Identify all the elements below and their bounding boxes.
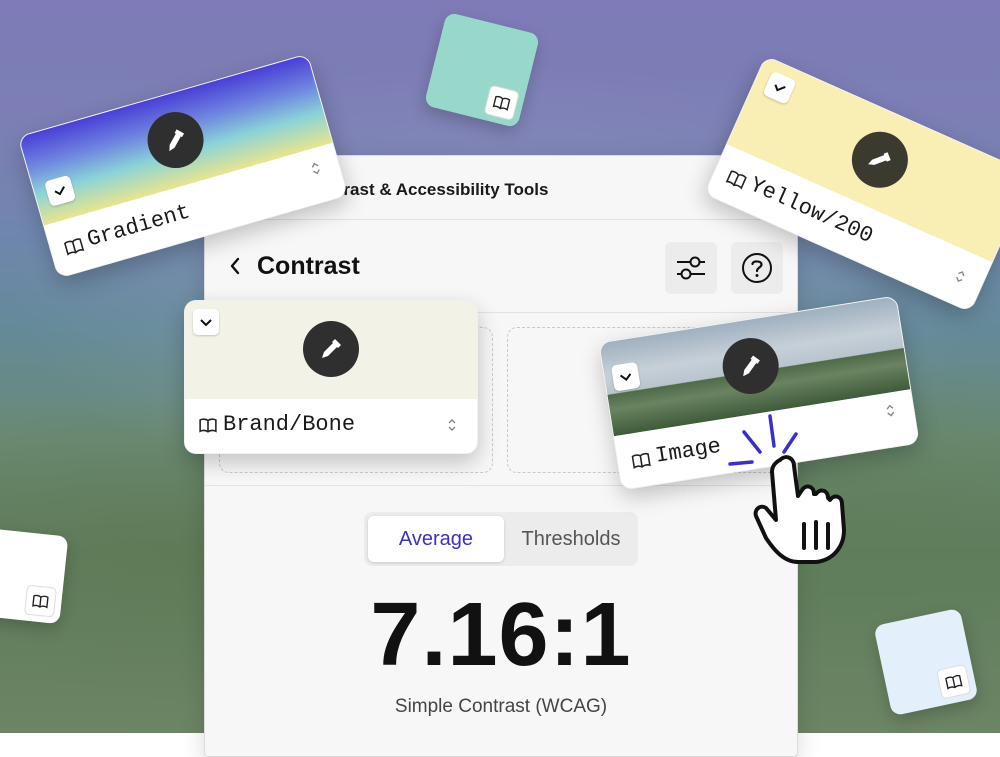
book-icon: [23, 584, 57, 618]
book-icon: [631, 452, 651, 470]
sliders-icon: [677, 256, 705, 280]
chevron-down-icon[interactable]: [193, 309, 219, 335]
chevron-up-down-icon[interactable]: [953, 267, 969, 286]
book-icon: [199, 418, 217, 433]
chevron-down-icon[interactable]: [610, 361, 641, 392]
book-icon: [64, 238, 85, 256]
chevron-left-icon[interactable]: [229, 256, 241, 276]
mode-segmented-control: Average Thresholds: [364, 512, 638, 566]
tab-average[interactable]: Average: [368, 516, 504, 562]
eyedropper-icon: [743, 355, 760, 377]
mini-swatch-light-blue[interactable]: [873, 607, 979, 717]
book-icon: [725, 170, 747, 190]
card-footer: Brand/Bone: [185, 399, 477, 453]
chevron-up-down-icon[interactable]: [309, 159, 323, 177]
card-name: Brand/Bone: [223, 412, 356, 437]
contrast-ratio-label: Simple Contrast (WCAG): [394, 696, 608, 717]
help-button[interactable]: [731, 242, 783, 294]
card-name: Image: [653, 433, 723, 469]
chevron-up-down-icon[interactable]: [447, 417, 457, 433]
tab-thresholds[interactable]: Thresholds: [508, 516, 634, 562]
eyedropper-button[interactable]: [303, 321, 359, 377]
book-icon: [483, 84, 520, 121]
settings-button[interactable]: [665, 242, 717, 294]
color-card-brand-bone[interactable]: Brand/Bone: [184, 300, 478, 454]
eyedropper-icon: [868, 152, 891, 165]
help-icon: [742, 253, 772, 283]
contrast-ratio: 7.16:1: [370, 585, 632, 685]
section-title: Contrast: [257, 252, 360, 280]
eyedropper-icon: [322, 339, 341, 358]
book-icon: [935, 663, 972, 700]
mini-swatch-white[interactable]: [0, 527, 69, 625]
hand-pointer-icon: [753, 455, 846, 564]
chevron-up-down-icon[interactable]: [884, 402, 896, 419]
panel-title: ontrast & Accessibility Tools: [317, 180, 549, 199]
eyedropper-icon: [169, 129, 185, 152]
